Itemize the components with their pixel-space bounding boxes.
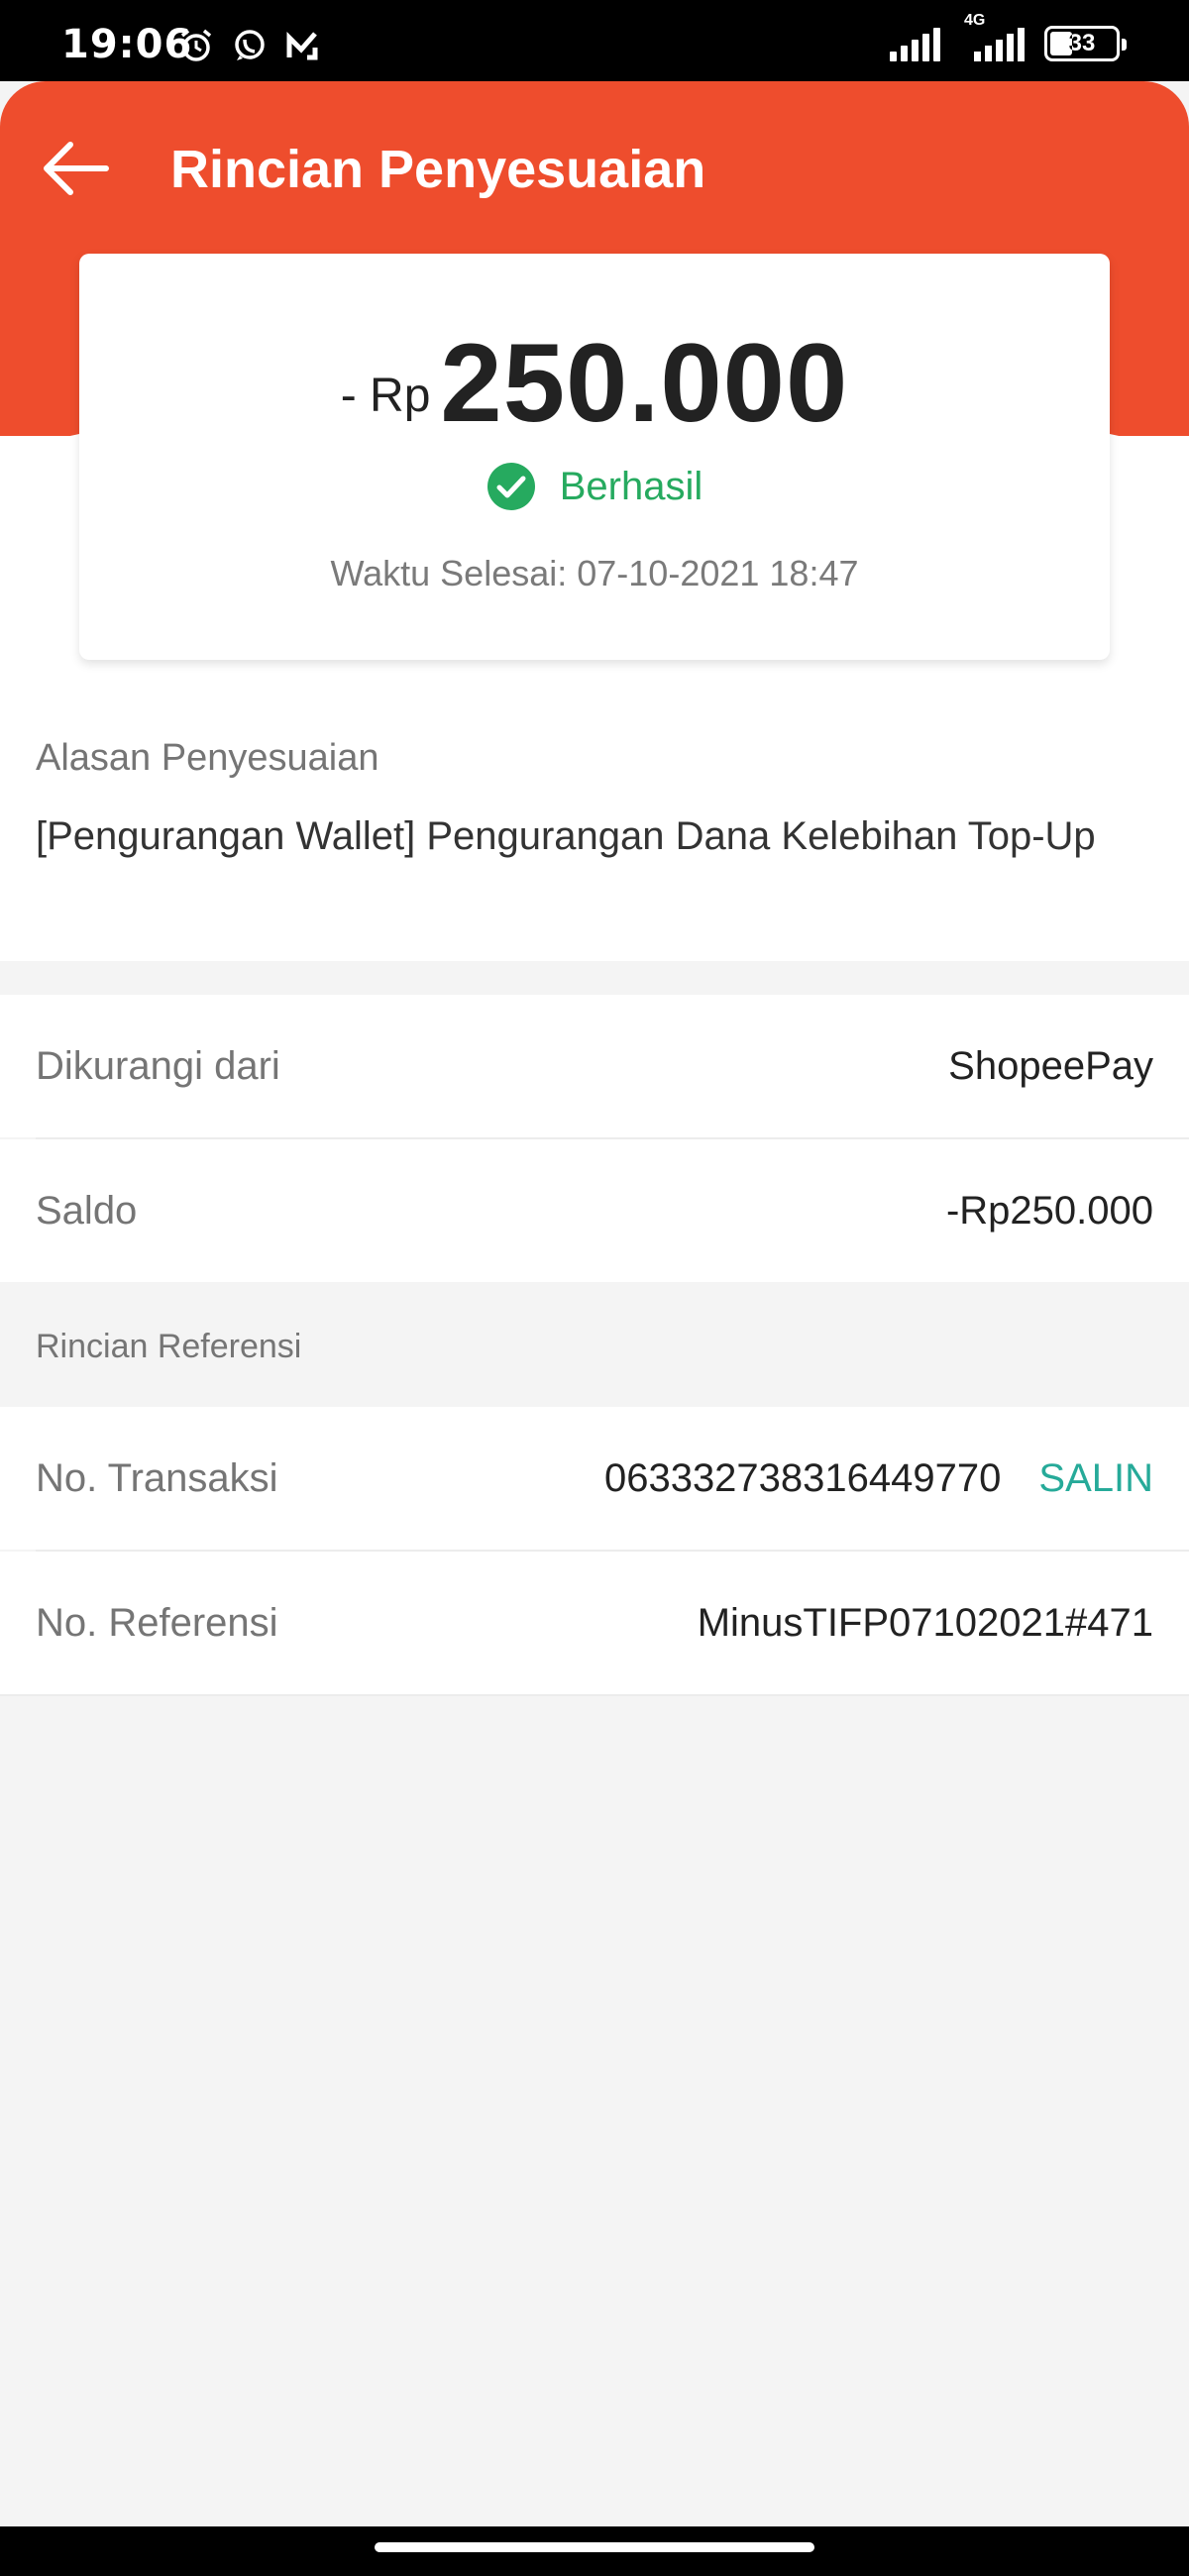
amount-value: 250.000 xyxy=(440,321,849,445)
signal-4g-icon: 4G xyxy=(960,12,1025,61)
deducted-from-row: Dikurangi dari ShopeePay xyxy=(0,995,1189,1137)
reference-row: No. Referensi MinusTIFP07102021#471 xyxy=(0,1552,1189,1694)
battery-level: 33 xyxy=(1068,30,1096,56)
mail-check-icon xyxy=(286,31,318,60)
home-gesture-handle[interactable] xyxy=(375,2542,814,2552)
reason-text: [Pengurangan Wallet] Pengurangan Dana Ke… xyxy=(36,814,1096,858)
reference-label: No. Referensi xyxy=(36,1600,278,1645)
balance-label: Saldo xyxy=(36,1188,138,1233)
summary-card: - Rp250.000 Berhasil Waktu Selesai: 07-1… xyxy=(79,254,1110,660)
reference-section-title: Rincian Referensi xyxy=(36,1328,302,1365)
transaction-row: No. Transaksi 063332738316449770 SALIN xyxy=(0,1407,1189,1550)
battery-icon: 33 xyxy=(1044,26,1127,61)
copy-button[interactable]: SALIN xyxy=(1038,1456,1153,1500)
screen: 19:06 4G 33 Rincian Penyesuaian - Rp250.… xyxy=(0,0,1189,2576)
signal-icon xyxy=(890,26,940,61)
back-button[interactable] xyxy=(36,133,115,204)
currency-prefix: - Rp xyxy=(340,370,431,422)
reference-value: MinusTIFP07102021#471 xyxy=(697,1600,1153,1645)
status-bar: 19:06 4G 33 xyxy=(0,0,1189,81)
divider xyxy=(0,1694,1189,1696)
status-notification-icons xyxy=(178,28,321,63)
balance-value: -Rp250.000 xyxy=(945,1188,1153,1233)
check-circle-icon xyxy=(486,463,535,510)
alarm-icon xyxy=(180,29,212,61)
status-system-icons: 4G 33 xyxy=(890,12,1127,61)
status-time: 19:06 xyxy=(61,22,193,67)
status-text: Berhasil xyxy=(559,464,703,508)
arrow-left-icon xyxy=(44,142,109,195)
completed-time: Waktu Selesai: 07-10-2021 18:47 xyxy=(330,553,859,593)
deducted-from-value: ShopeePay xyxy=(948,1043,1153,1088)
amount-display: - Rp250.000 xyxy=(79,319,1110,447)
status-row: Berhasil xyxy=(79,462,1110,511)
page-title: Rincian Penyesuaian xyxy=(170,140,706,199)
deducted-from-label: Dikurangi dari xyxy=(36,1043,280,1088)
balance-row: Saldo -Rp250.000 xyxy=(0,1139,1189,1282)
reason-label: Alasan Penyesuaian xyxy=(36,737,379,779)
transaction-value-group: 063332738316449770 SALIN xyxy=(604,1456,1153,1501)
whatsapp-icon xyxy=(235,30,265,60)
transaction-value: 063332738316449770 xyxy=(603,1455,1002,1500)
transaction-label: No. Transaksi xyxy=(36,1455,278,1500)
